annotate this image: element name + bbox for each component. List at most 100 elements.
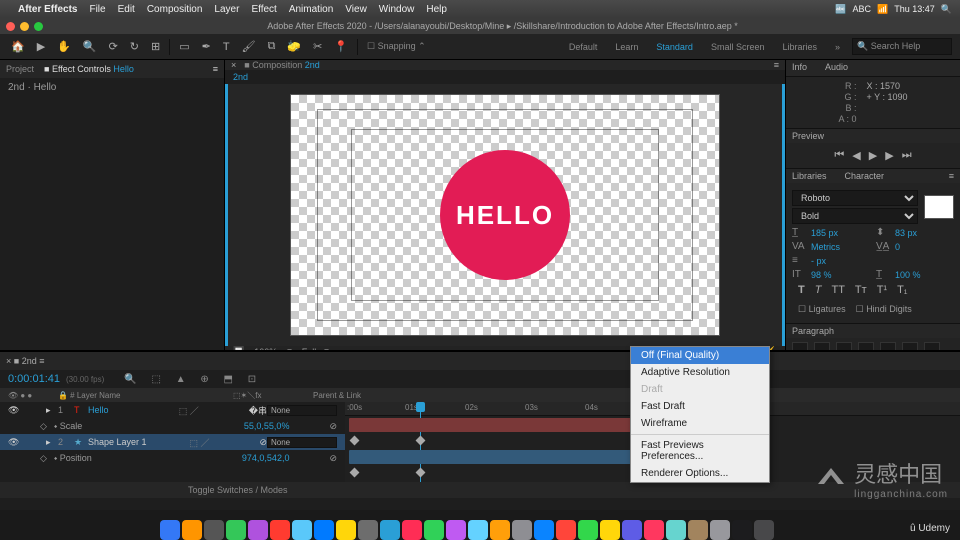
menu-animation[interactable]: Animation — [289, 4, 333, 15]
dock-app-icon[interactable] — [600, 520, 620, 540]
dock-app-icon[interactable] — [270, 520, 290, 540]
clone-tool-icon[interactable]: ⧉ — [265, 38, 279, 55]
search-help-input[interactable]: 🔍 Search Help — [852, 38, 952, 55]
menu-composition[interactable]: Composition — [147, 4, 203, 15]
workspace-standard[interactable]: Standard — [650, 42, 699, 52]
toggle-switches-button[interactable]: Toggle Switches / Modes — [188, 485, 288, 495]
workspace-libraries[interactable]: Libraries — [776, 42, 823, 52]
prev-frame-icon[interactable]: ◀ — [852, 149, 860, 162]
spotlight-icon[interactable]: 🔍 — [941, 4, 952, 15]
input-source[interactable]: ABC — [853, 4, 872, 14]
parent-dropdown[interactable]: None — [267, 405, 337, 416]
keyframe-icon[interactable] — [416, 436, 426, 446]
tab-project[interactable]: Project — [6, 64, 34, 74]
eye-icon[interactable]: 👁 — [8, 405, 22, 416]
font-size[interactable]: 185 px — [811, 228, 838, 238]
type-tool-icon[interactable]: T — [220, 39, 233, 55]
leading[interactable]: 83 px — [895, 228, 917, 238]
dock-app-icon[interactable] — [622, 520, 642, 540]
rotate-tool-icon[interactable]: ↻ — [127, 38, 142, 55]
comp-name[interactable]: 2nd — [305, 60, 320, 70]
tab-libraries[interactable]: Libraries — [792, 171, 827, 181]
dock-app-icon[interactable] — [402, 520, 422, 540]
vscale[interactable]: 98 % — [811, 270, 832, 280]
close-icon[interactable] — [6, 22, 15, 31]
dock-app-icon[interactable] — [534, 520, 554, 540]
italic-icon[interactable]: T — [815, 284, 822, 296]
wifi-icon[interactable]: 📶 — [877, 4, 888, 15]
composition-viewer[interactable]: HELLO — [225, 84, 785, 346]
input-source-icon[interactable]: 🔤 — [835, 4, 846, 15]
tab-info[interactable]: Info — [792, 62, 807, 72]
property-row[interactable]: ◇⬩ Position 974,0,542,0⊘ — [0, 450, 345, 466]
shape-tool-icon[interactable]: ▭ — [176, 38, 192, 55]
app-name[interactable]: After Effects — [18, 4, 77, 15]
workspace-more-icon[interactable]: » — [829, 42, 846, 52]
menu-item-adaptive[interactable]: Adaptive Resolution — [631, 364, 769, 381]
menu-item-wireframe[interactable]: Wireframe — [631, 415, 769, 432]
workspace-default[interactable]: Default — [563, 42, 604, 52]
dock-app-icon[interactable] — [358, 520, 378, 540]
dock-app-icon[interactable] — [490, 520, 510, 540]
superscript-icon[interactable]: T¹ — [877, 284, 887, 296]
brush-tool-icon[interactable]: 🖌 — [239, 38, 259, 55]
clock[interactable]: Thu 13:47 — [894, 4, 935, 14]
selection-tool-icon[interactable]: ▶ — [34, 38, 48, 55]
next-frame-icon[interactable]: ▶ — [885, 149, 893, 162]
dock-app-icon[interactable] — [578, 520, 598, 540]
zoom-tool-icon[interactable]: 🔍 — [80, 38, 100, 55]
allcaps-icon[interactable]: TT — [831, 284, 844, 296]
first-frame-icon[interactable]: ⏮ — [834, 149, 844, 162]
hscale[interactable]: 100 % — [895, 270, 921, 280]
menu-help[interactable]: Help — [426, 4, 447, 15]
workspace-small[interactable]: Small Screen — [705, 42, 771, 52]
hello-text[interactable]: HELLO — [456, 200, 554, 231]
dock-app-icon[interactable] — [336, 520, 356, 540]
panel-menu-icon[interactable]: ≡ — [774, 60, 779, 70]
bold-icon[interactable]: T — [798, 284, 805, 296]
fill-color-swatch[interactable] — [924, 195, 954, 219]
flowchart-breadcrumb[interactable]: 2nd — [225, 70, 785, 84]
current-timecode[interactable]: 0:00:01:41 — [8, 373, 60, 385]
timeline-tab[interactable]: × ■ 2nd ≡ — [6, 356, 45, 366]
dock-app-icon[interactable] — [160, 520, 180, 540]
zoom-icon[interactable] — [34, 22, 43, 31]
menu-file[interactable]: File — [89, 4, 105, 15]
roto-tool-icon[interactable]: ✂ — [310, 38, 325, 55]
composition-canvas[interactable]: HELLO — [290, 94, 720, 336]
dock-app-icon[interactable] — [468, 520, 488, 540]
property-row[interactable]: ◇⬩ Scale 55,0,55,0%⊘ — [0, 418, 345, 434]
shape-circle[interactable]: HELLO — [440, 150, 570, 280]
layer-row[interactable]: 👁 ▸ 2 ★ Shape Layer 1 ⬚ ／ ⊘None — [0, 434, 345, 450]
dock-app-icon[interactable] — [754, 520, 774, 540]
menu-effect[interactable]: Effect — [251, 4, 276, 15]
ligatures-checkbox[interactable]: ☐ Ligatures — [798, 304, 846, 315]
position-value[interactable]: 974,0,542,0 — [242, 453, 290, 463]
puppet-tool-icon[interactable]: 📍 — [331, 38, 351, 55]
dock-app-icon[interactable] — [248, 520, 268, 540]
dock-app-icon[interactable] — [512, 520, 532, 540]
eye-icon[interactable]: 👁 — [8, 437, 22, 448]
menu-item-off[interactable]: Off (Final Quality) — [631, 347, 769, 364]
keyframe-icon[interactable] — [350, 468, 360, 478]
dock-app-icon[interactable] — [644, 520, 664, 540]
tab-effect-controls[interactable]: ■ Effect Controls Hello — [44, 64, 134, 74]
menu-item-renderer[interactable]: Renderer Options... — [631, 465, 769, 482]
menu-item-fast-draft[interactable]: Fast Draft — [631, 398, 769, 415]
snapping-label[interactable]: Snapping — [378, 41, 416, 51]
dock-app-icon[interactable] — [226, 520, 246, 540]
menu-window[interactable]: Window — [379, 4, 415, 15]
menu-item-preferences[interactable]: Fast Previews Preferences... — [631, 437, 769, 465]
menu-edit[interactable]: Edit — [118, 4, 135, 15]
anchor-tool-icon[interactable]: ⊞ — [148, 38, 163, 55]
dock-app-icon[interactable] — [424, 520, 444, 540]
kerning[interactable]: Metrics — [811, 242, 840, 252]
last-frame-icon[interactable]: ⏭ — [902, 149, 912, 162]
orbit-tool-icon[interactable]: ⟳ — [106, 38, 121, 55]
tracking[interactable]: 0 — [895, 242, 900, 252]
hand-tool-icon[interactable]: ✋ — [54, 38, 74, 55]
dock-app-icon[interactable] — [446, 520, 466, 540]
subscript-icon[interactable]: T₁ — [897, 284, 907, 296]
dock-app-icon[interactable] — [556, 520, 576, 540]
keyframe-icon[interactable] — [416, 468, 426, 478]
